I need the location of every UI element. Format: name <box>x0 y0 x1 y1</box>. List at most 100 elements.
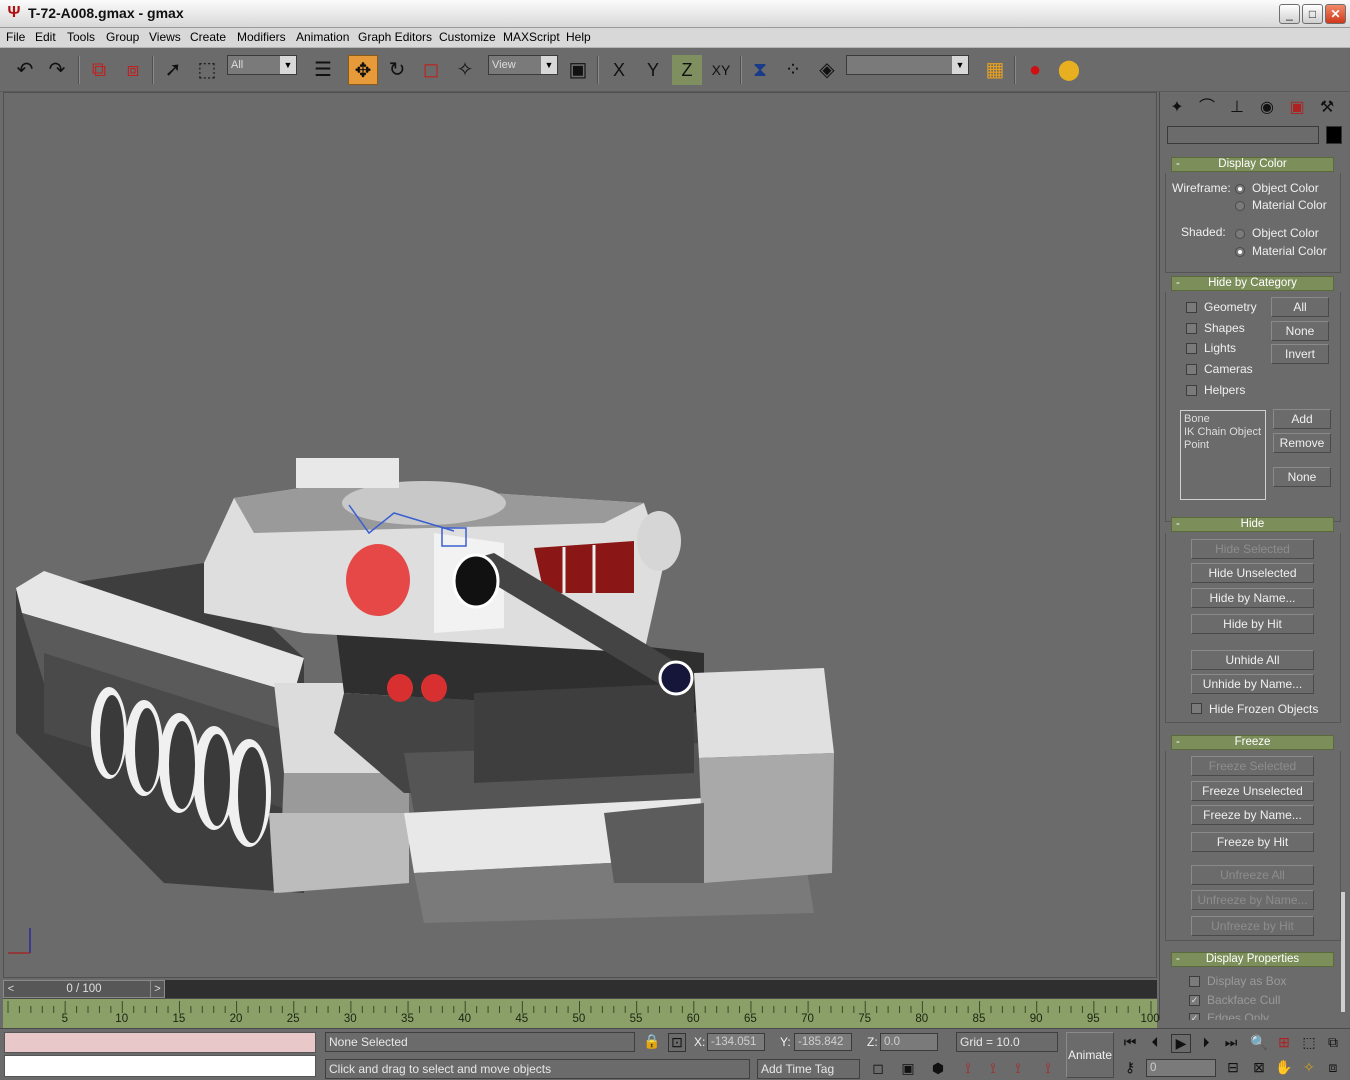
selection-filter-dropdown[interactable]: All ▼ <box>227 55 297 75</box>
menu-group[interactable]: Group <box>106 30 139 44</box>
current-frame-field[interactable]: 0 <box>1146 1059 1216 1077</box>
zoom-icon[interactable]: 🔍 <box>1250 1034 1268 1051</box>
y-coordinate-field[interactable]: -185.842 <box>794 1033 852 1051</box>
arc-rotate-icon[interactable]: ✧ <box>1300 1059 1318 1076</box>
snap-toggle-icon[interactable]: ⬢ <box>928 1060 948 1077</box>
lights-checkbox[interactable] <box>1186 343 1197 354</box>
wireframe-object-color-radio[interactable] <box>1235 184 1245 194</box>
unfreeze-by-name-button[interactable]: Unfreeze by Name... <box>1191 890 1314 910</box>
unlink-icon[interactable]: ⧈ <box>118 55 148 85</box>
zoom-all-icon[interactable]: ⊞ <box>1275 1034 1293 1051</box>
panel-scrollbar[interactable] <box>1341 892 1345 1012</box>
z-coordinate-field[interactable]: 0.0 <box>880 1033 938 1051</box>
zoom-extents-icon[interactable]: ⬚ <box>1300 1034 1318 1051</box>
list-item[interactable]: IK Chain Object <box>1184 426 1262 439</box>
cameras-checkbox[interactable] <box>1186 364 1197 375</box>
motion-icon[interactable]: ◉ <box>1254 96 1280 120</box>
display-as-box-checkbox[interactable] <box>1189 976 1200 987</box>
region-zoom-icon[interactable]: ⊠ <box>1250 1059 1268 1076</box>
menu-graph-editors[interactable]: Graph Editors <box>358 30 432 44</box>
list-add-button[interactable]: Add <box>1273 409 1331 429</box>
shaded-object-color-radio[interactable] <box>1235 229 1245 239</box>
manipulate-icon[interactable]: ✧ <box>450 55 480 85</box>
maximize-button[interactable]: □ <box>1302 4 1323 24</box>
minimize-button[interactable]: _ <box>1279 4 1300 24</box>
axis-xy-button[interactable]: XY <box>706 55 736 85</box>
prev-frame-arrow[interactable]: < <box>4 981 18 997</box>
menu-edit[interactable]: Edit <box>35 30 56 44</box>
axis-x-button[interactable]: X <box>604 55 634 85</box>
goto-end-icon[interactable]: ⏭ <box>1222 1034 1240 1051</box>
redo-icon[interactable]: ↷ <box>42 55 72 85</box>
wireframe-material-color-radio[interactable] <box>1235 201 1245 211</box>
mirror-icon[interactable]: ⧗ <box>745 55 775 85</box>
axis-z-button[interactable]: Z <box>672 55 702 85</box>
spinner-snap-icon[interactable]: ⟟ <box>1008 1060 1028 1077</box>
geometry-checkbox[interactable] <box>1186 302 1197 313</box>
next-frame-arrow[interactable]: > <box>150 981 164 997</box>
unfreeze-by-hit-button[interactable]: Unfreeze by Hit <box>1191 916 1314 936</box>
rollout-display-properties[interactable]: - Display Properties <box>1171 952 1334 967</box>
select-arrow-icon[interactable]: ➚ <box>158 55 188 85</box>
list-item[interactable]: Point <box>1184 439 1262 452</box>
unhide-by-name-button[interactable]: Unhide by Name... <box>1191 674 1314 694</box>
degrade-override-icon[interactable]: ◻ <box>868 1060 888 1077</box>
select-link-icon[interactable]: ⧉ <box>84 55 114 85</box>
category-invert-button[interactable]: Invert <box>1271 344 1329 364</box>
named-selection-dropdown[interactable]: ▼ <box>846 55 969 75</box>
rotate-icon[interactable]: ↻ <box>382 55 412 85</box>
object-name-field[interactable] <box>1167 126 1319 144</box>
rollout-freeze[interactable]: - Freeze <box>1171 735 1334 750</box>
use-pivot-icon[interactable]: ▣ <box>563 55 593 85</box>
render-icon[interactable]: ● <box>1020 55 1050 85</box>
menu-views[interactable]: Views <box>149 30 181 44</box>
menu-customize[interactable]: Customize <box>439 30 496 44</box>
scale-icon[interactable]: ◻ <box>416 55 446 85</box>
rollout-display-color[interactable]: - Display Color <box>1171 157 1334 172</box>
list-none-button[interactable]: None <box>1273 467 1331 487</box>
material-icon[interactable]: ⬤ <box>1054 55 1084 85</box>
goto-start-icon[interactable]: ⏮ <box>1121 1034 1139 1051</box>
shapes-checkbox[interactable] <box>1186 323 1197 334</box>
add-time-tag-field[interactable]: Add Time Tag <box>757 1059 860 1079</box>
hide-unselected-button[interactable]: Hide Unselected <box>1191 563 1314 583</box>
menu-maxscript[interactable]: MAXScript <box>503 30 560 44</box>
object-color-swatch[interactable] <box>1326 126 1342 144</box>
utilities-icon[interactable]: ⚒ <box>1314 96 1340 120</box>
prev-frame-icon[interactable]: ⏴ <box>1146 1034 1164 1051</box>
lock-icon[interactable]: 🔒 <box>643 1033 660 1050</box>
pan-icon[interactable]: ✋ <box>1275 1059 1293 1076</box>
menu-create[interactable]: Create <box>190 30 226 44</box>
freeze-by-name-button[interactable]: Freeze by Name... <box>1191 805 1314 825</box>
freeze-by-hit-button[interactable]: Freeze by Hit <box>1191 832 1314 852</box>
key-mode-icon[interactable]: ⚷ <box>1121 1059 1139 1076</box>
menu-tools[interactable]: Tools <box>67 30 95 44</box>
perspective-viewport[interactable] <box>3 92 1157 978</box>
array-icon[interactable]: ⁘ <box>778 55 808 85</box>
shaded-material-color-radio[interactable] <box>1235 247 1245 257</box>
unhide-all-button[interactable]: Unhide All <box>1191 650 1314 670</box>
time-config-icon[interactable]: ⊟ <box>1224 1059 1242 1076</box>
category-list[interactable]: Bone IK Chain Object Point <box>1180 410 1266 500</box>
hide-by-hit-button[interactable]: Hide by Hit <box>1191 614 1314 634</box>
menu-animation[interactable]: Animation <box>296 30 349 44</box>
helpers-checkbox[interactable] <box>1186 385 1197 396</box>
edit-named-selection-icon[interactable]: ⟟ <box>1038 1060 1058 1077</box>
modify-icon[interactable]: ⌒ <box>1194 96 1220 120</box>
zoom-extents-all-icon[interactable]: ⧉ <box>1324 1034 1342 1051</box>
play-icon[interactable]: ▶ <box>1171 1034 1191 1053</box>
hide-selected-button[interactable]: Hide Selected <box>1191 539 1314 559</box>
menu-help[interactable]: Help <box>566 30 591 44</box>
move-icon[interactable]: ✥ <box>348 55 378 85</box>
time-slider-thumb[interactable]: < 0 / 100 > <box>3 980 165 998</box>
min-max-toggle-icon[interactable]: ⧈ <box>1324 1059 1342 1076</box>
category-none-button[interactable]: None <box>1271 321 1329 341</box>
display-icon[interactable]: ▣ <box>1284 96 1310 120</box>
hide-frozen-checkbox[interactable] <box>1191 703 1202 714</box>
time-slider[interactable]: < 0 / 100 > <box>3 980 1157 998</box>
unfreeze-all-button[interactable]: Unfreeze All <box>1191 865 1314 885</box>
freeze-unselected-button[interactable]: Freeze Unselected <box>1191 781 1314 801</box>
angle-snap-icon[interactable]: ⟟ <box>958 1060 978 1077</box>
percent-snap-icon[interactable]: ⟟ <box>983 1060 1003 1077</box>
select-by-name-icon[interactable]: ☰ <box>308 55 338 85</box>
